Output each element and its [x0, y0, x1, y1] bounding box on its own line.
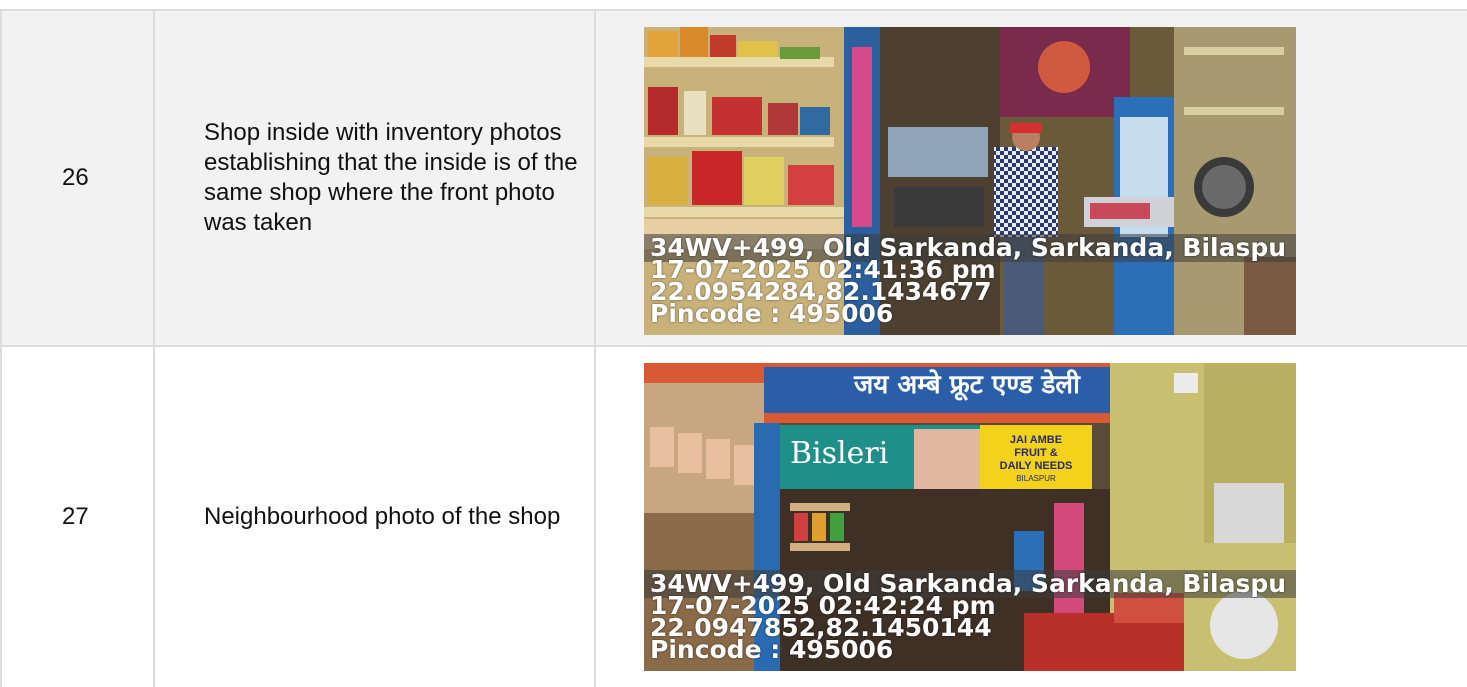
- row-photo-cell: Bisleri JAI AMBE FRUIT & DAILY NEEDS BIL…: [596, 347, 1467, 687]
- shop-board-line2: FRUIT &: [1014, 447, 1057, 459]
- hindi-shop-banner: जय अम्बे फ्रूट एण्ड डेली: [854, 370, 1080, 400]
- shop-board-line3: DAILY NEEDS: [1000, 460, 1073, 472]
- row-number-text: 26: [62, 164, 89, 191]
- row-photo-cell: 34WV+499, Old Sarkanda, Sarkanda, Bilasp…: [596, 11, 1467, 345]
- row-number: 27: [0, 347, 155, 687]
- stamp-pincode: Pincode : 495006: [650, 299, 894, 328]
- evidence-table: 26 Shop inside with inventory photos est…: [0, 9, 1467, 687]
- neighbourhood-photo: Bisleri JAI AMBE FRUIT & DAILY NEEDS BIL…: [644, 363, 1296, 671]
- photo-geo-stamp: 34WV+499, Old Sarkanda, Sarkanda, Bilasp…: [650, 571, 1286, 664]
- row-description: Neighbourhood photo of the shop: [155, 347, 596, 687]
- table-row: 26 Shop inside with inventory photos est…: [0, 11, 1467, 347]
- shop-board-line1: JAI AMBE: [1010, 434, 1062, 446]
- row-description-text: Shop inside with inventory photos establ…: [204, 119, 578, 236]
- shop-board-line4: BILASPUR: [1016, 474, 1056, 483]
- shop-inside-photo: 34WV+499, Old Sarkanda, Sarkanda, Bilasp…: [644, 27, 1296, 335]
- row-number: 26: [0, 11, 155, 345]
- photo-geo-stamp: 34WV+499, Old Sarkanda, Sarkanda, Bilasp…: [650, 235, 1286, 328]
- table-row: 27 Neighbourhood photo of the shop Bisle…: [0, 347, 1467, 687]
- row-description-text: Neighbourhood photo of the shop: [204, 503, 561, 530]
- bisleri-banner-text: Bisleri: [790, 436, 888, 471]
- row-number-text: 27: [62, 503, 89, 530]
- row-description: Shop inside with inventory photos establ…: [155, 11, 596, 345]
- stamp-pincode: Pincode : 495006: [650, 635, 894, 664]
